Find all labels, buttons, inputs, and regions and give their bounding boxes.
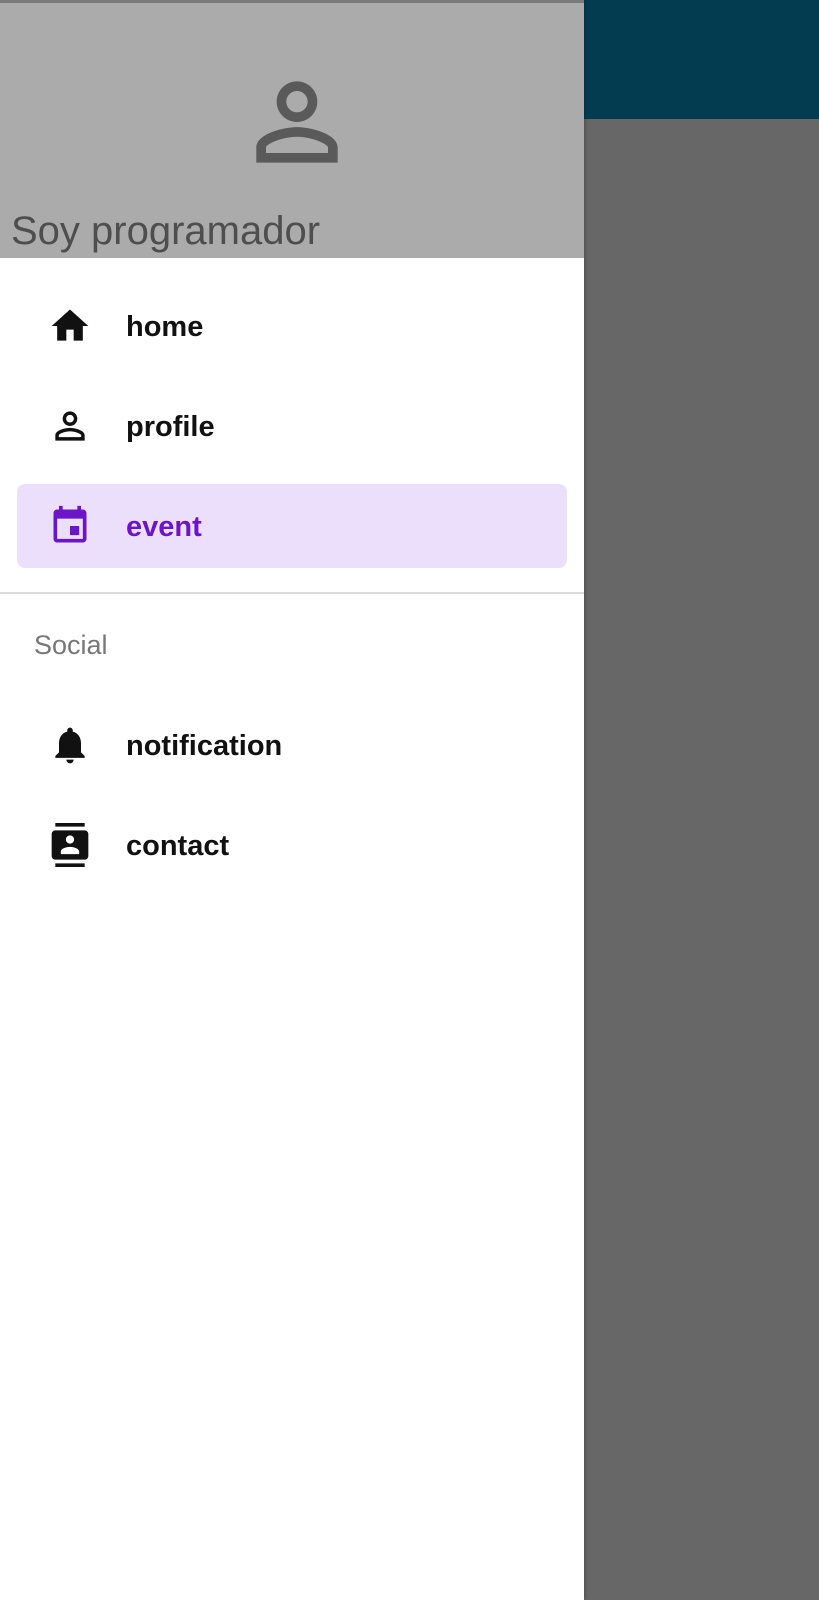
navigation-drawer: Soy programador home profile event Socia… — [0, 0, 584, 1600]
nav-item-home[interactable]: home — [17, 284, 567, 368]
person-outline-icon — [48, 404, 92, 448]
nav-item-label: event — [126, 511, 202, 543]
drawer-header: Soy programador — [0, 0, 584, 258]
nav-item-contact[interactable]: contact — [17, 803, 567, 887]
calendar-event-icon — [48, 504, 92, 548]
nav-item-label: home — [126, 311, 204, 343]
section-title-social: Social — [34, 630, 108, 660]
person-outline-icon — [236, 61, 358, 183]
nav-item-profile[interactable]: profile — [17, 384, 567, 468]
nav-item-event[interactable]: event — [17, 484, 567, 568]
nav-item-notification[interactable]: notification — [17, 703, 567, 787]
drawer-header-title: Soy programador — [11, 209, 321, 253]
drawer-divider — [0, 592, 584, 594]
nav-item-label: contact — [126, 830, 230, 862]
nav-item-label: profile — [126, 411, 215, 443]
contact-book-icon — [48, 823, 92, 867]
bell-icon — [48, 723, 92, 767]
home-icon — [48, 304, 92, 348]
nav-item-label: notification — [126, 730, 283, 762]
